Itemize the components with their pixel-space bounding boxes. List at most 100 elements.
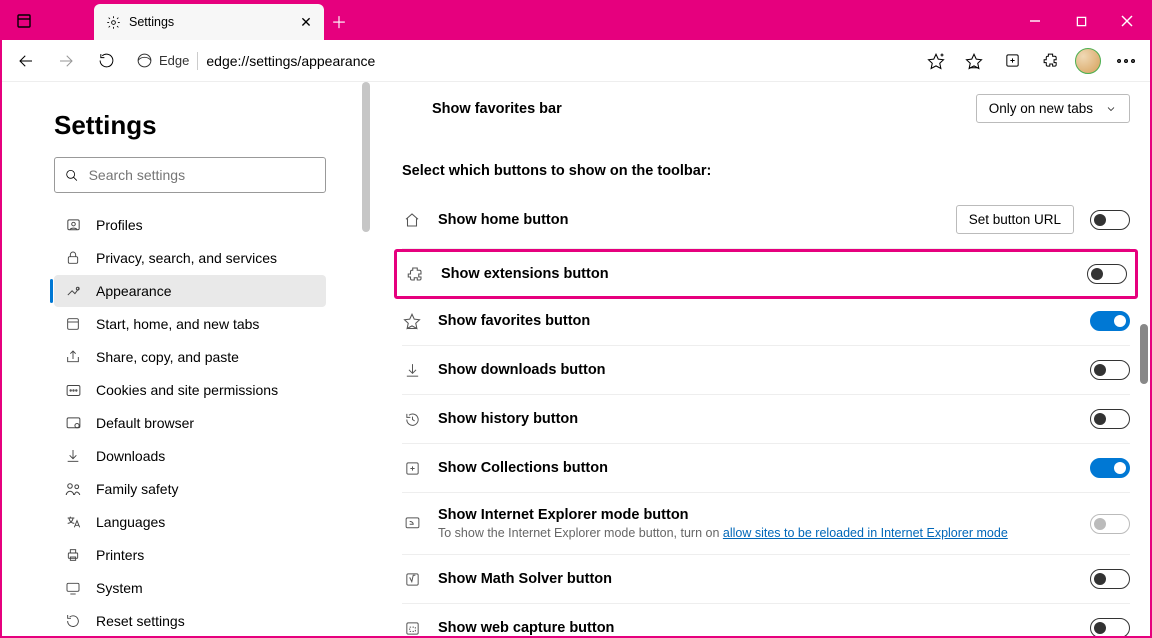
divider (197, 52, 198, 70)
start-icon (64, 315, 82, 333)
collections-button-toggle[interactable] (1090, 458, 1130, 478)
row-home-button: Show home button Set button URL (402, 191, 1130, 249)
settings-content: Show favorites bar Only on new tabs Sele… (372, 82, 1150, 636)
sidebar-item-system[interactable]: System (54, 572, 326, 604)
extensions-button-toggle[interactable] (1087, 264, 1127, 284)
sidebar-scrollbar[interactable] (362, 82, 370, 636)
sidebar-item-label: Languages (96, 514, 165, 530)
sidebar-item-label: Downloads (96, 448, 165, 464)
row-label: Show history button (438, 411, 1074, 427)
menu-button[interactable] (1108, 43, 1144, 79)
ie-icon (402, 514, 422, 534)
search-settings-box[interactable] (54, 157, 326, 193)
search-input[interactable] (89, 167, 315, 183)
puzzle-icon (405, 264, 425, 284)
row-label: Show downloads button (438, 362, 1074, 378)
download-icon (64, 447, 82, 465)
settings-sidebar: Settings Profiles Privacy, search, and s… (2, 82, 362, 636)
close-tab-button[interactable]: ✕ (296, 12, 316, 32)
row-web-capture-button: Show web capture button (402, 604, 1130, 636)
extensions-toolbar-button[interactable] (1032, 43, 1068, 79)
favorites-button[interactable] (956, 43, 992, 79)
sidebar-item-label: Default browser (96, 415, 194, 431)
row-label: Show Internet Explorer mode button To sh… (438, 507, 1074, 540)
capture-icon (402, 618, 422, 636)
minimize-button[interactable] (1012, 2, 1058, 40)
sidebar-item-label: Start, home, and new tabs (96, 316, 259, 332)
row-favorites-bar: Show favorites bar Only on new tabs (402, 82, 1130, 141)
sidebar-item-label: Cookies and site permissions (96, 382, 278, 398)
row-collections-button: Show Collections button (402, 444, 1130, 493)
family-icon (64, 480, 82, 498)
row-label: Show web capture button (438, 620, 1074, 636)
edge-label: Edge (159, 53, 189, 68)
lock-icon (64, 249, 82, 267)
sidebar-item-appearance[interactable]: Appearance (54, 275, 326, 307)
system-icon (64, 579, 82, 597)
url-text: edge://settings/appearance (206, 53, 375, 69)
new-tab-button[interactable]: ＋ (324, 6, 354, 36)
math-icon (402, 569, 422, 589)
add-favorite-button[interactable] (918, 43, 954, 79)
reset-icon (64, 612, 82, 630)
row-label: Show Math Solver button (438, 571, 1074, 587)
sidebar-item-downloads[interactable]: Downloads (54, 440, 326, 472)
collections-button[interactable] (994, 43, 1030, 79)
sidebar-item-printers[interactable]: Printers (54, 539, 326, 571)
sidebar-item-family[interactable]: Family safety (54, 473, 326, 505)
favorites-button-toggle[interactable] (1090, 311, 1130, 331)
downloads-button-toggle[interactable] (1090, 360, 1130, 380)
set-button-url-button[interactable]: Set button URL (956, 205, 1074, 234)
forward-button (48, 43, 84, 79)
star-icon (402, 311, 422, 331)
favorites-bar-label: Show favorites bar (402, 101, 562, 117)
content-scrollbar[interactable] (1140, 324, 1148, 384)
row-downloads-button: Show downloads button (402, 346, 1130, 395)
sidebar-item-languages[interactable]: Languages (54, 506, 326, 538)
chevron-down-icon (1105, 103, 1117, 115)
refresh-button[interactable] (88, 43, 124, 79)
address-bar[interactable]: Edge edge://settings/appearance (136, 52, 914, 70)
page-title: Settings (54, 110, 326, 141)
tab-actions-button[interactable] (2, 2, 46, 40)
favorites-bar-dropdown[interactable]: Only on new tabs (976, 94, 1130, 123)
sidebar-item-default-browser[interactable]: Default browser (54, 407, 326, 439)
sidebar-item-label: System (96, 580, 143, 596)
cookie-icon (64, 381, 82, 399)
browser-tab[interactable]: Settings ✕ (94, 4, 324, 40)
sidebar-item-label: Profiles (96, 217, 143, 233)
profile-icon (64, 216, 82, 234)
dropdown-value: Only on new tabs (989, 101, 1093, 116)
sidebar-item-start[interactable]: Start, home, and new tabs (54, 308, 326, 340)
row-label: Show favorites button (438, 313, 1074, 329)
avatar (1075, 48, 1101, 74)
row-history-button: Show history button (402, 395, 1130, 444)
maximize-button[interactable] (1058, 2, 1104, 40)
back-button[interactable] (8, 43, 44, 79)
search-icon (65, 168, 79, 183)
titlebar: Settings ✕ ＋ (2, 2, 1150, 40)
ie-mode-link[interactable]: allow sites to be reloaded in Internet E… (723, 526, 1008, 540)
close-window-button[interactable] (1104, 2, 1150, 40)
history-button-toggle[interactable] (1090, 409, 1130, 429)
sidebar-item-privacy[interactable]: Privacy, search, and services (54, 242, 326, 274)
math-solver-toggle[interactable] (1090, 569, 1130, 589)
sidebar-item-cookies[interactable]: Cookies and site permissions (54, 374, 326, 406)
appearance-icon (64, 282, 82, 300)
row-extensions-button: Show extensions button (401, 252, 1131, 296)
ie-mode-toggle (1090, 514, 1130, 534)
row-label: Show home button (438, 212, 940, 228)
home-icon (402, 210, 422, 230)
sidebar-item-reset[interactable]: Reset settings (54, 605, 326, 636)
sidebar-item-profiles[interactable]: Profiles (54, 209, 326, 241)
profile-button[interactable] (1070, 43, 1106, 79)
download-icon (402, 360, 422, 380)
language-icon (64, 513, 82, 531)
browser-icon (64, 414, 82, 432)
site-identity[interactable]: Edge (136, 52, 189, 69)
web-capture-toggle[interactable] (1090, 618, 1130, 636)
share-icon (64, 348, 82, 366)
sidebar-item-label: Printers (96, 547, 144, 563)
sidebar-item-share[interactable]: Share, copy, and paste (54, 341, 326, 373)
home-button-toggle[interactable] (1090, 210, 1130, 230)
